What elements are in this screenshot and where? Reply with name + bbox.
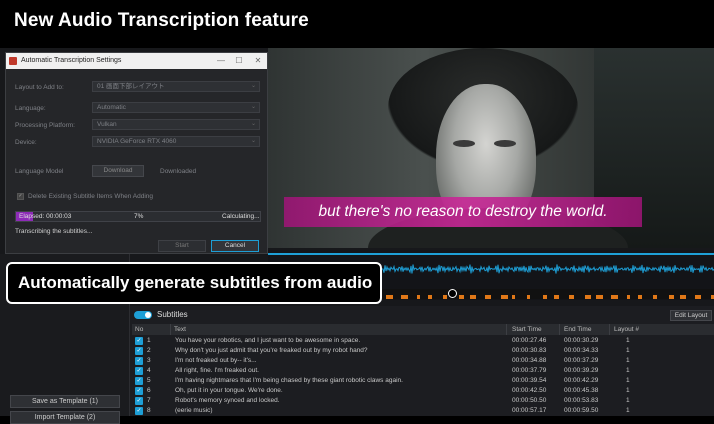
eye-left [453, 140, 475, 147]
platform-select[interactable]: Vulkan ⌄ [92, 119, 260, 130]
app-icon [9, 57, 17, 65]
table-row[interactable]: ✓ 8 (eerie music) 00:00:57.17 00:00:59.5… [132, 406, 714, 416]
row-checkbox[interactable]: ✓ [135, 387, 143, 395]
layout-value: 01 画面下部レイアウト [97, 83, 165, 90]
banner-title: New Audio Transcription feature [14, 10, 309, 31]
progress-status: Calculating... [222, 213, 260, 220]
subtitle-marker [653, 295, 657, 299]
device-value: NVIDIA GeForce RTX 4060 [97, 138, 177, 145]
language-value: Automatic [97, 104, 126, 111]
subtitle-marker [501, 295, 508, 299]
subtitle-marker [627, 295, 630, 299]
subtitle-marker [428, 295, 432, 299]
subtitle-marker [543, 295, 547, 299]
language-select[interactable]: Automatic ⌄ [92, 102, 260, 113]
promo-banner: New Audio Transcription feature [0, 0, 714, 48]
table-row[interactable]: ✓ 4 All right, fine. I'm freaked out. 00… [132, 366, 714, 376]
chevron-down-icon: ⌄ [250, 104, 256, 110]
subtitle-marker [401, 295, 408, 299]
close-icon[interactable]: ✕ [251, 55, 265, 67]
timeline-ruler[interactable] [382, 289, 714, 299]
subtitle-marker [470, 295, 476, 299]
col-text[interactable]: Text [174, 326, 186, 333]
delete-existing-label: Delete Existing Subtitle Items When Addi… [28, 193, 154, 200]
subtitle-marker [512, 295, 515, 299]
table-row[interactable]: ✓ 6 Oh, put it in your tongue. We're don… [132, 386, 714, 396]
minimize-icon[interactable]: — [214, 55, 228, 67]
chevron-down-icon: ⌄ [250, 138, 256, 144]
col-layout[interactable]: Layout # [614, 326, 639, 333]
col-end-time[interactable]: End Time [564, 326, 591, 333]
delete-existing-checkbox[interactable]: ✓ [17, 193, 24, 200]
row-checkbox[interactable]: ✓ [135, 377, 143, 385]
device-select[interactable]: NVIDIA GeForce RTX 4060 ⌄ [92, 136, 260, 147]
download-button[interactable]: Download [92, 165, 144, 177]
playhead-handle[interactable] [448, 289, 457, 298]
transcription-progress: Elapsed: 00:00:03 7% Calculating... [15, 211, 261, 222]
device-label: Device: [15, 139, 37, 146]
subtitle-marker [611, 295, 618, 299]
progress-percent: 7% [134, 213, 144, 220]
timeline-divider [268, 253, 714, 255]
table-row[interactable]: ✓ 7 Robot's memory synced and locked. 00… [132, 396, 714, 406]
subtitle-marker [527, 295, 530, 299]
subtitles-table-header: No Text Start Time End Time Layout # [132, 324, 714, 335]
eye-right [494, 140, 516, 147]
subtitle-marker [680, 295, 686, 299]
row-checkbox[interactable]: ✓ [135, 347, 143, 355]
subtitle-marker [596, 295, 603, 299]
row-checkbox[interactable]: ✓ [135, 367, 143, 375]
dialog-titlebar[interactable]: Automatic Transcription Settings — ☐ ✕ [6, 53, 267, 69]
subtitle-marker [485, 295, 491, 299]
layout-select[interactable]: 01 画面下部レイアウト ⌄ [92, 81, 260, 92]
subtitle-marker [669, 295, 674, 299]
subtitles-toggle[interactable] [134, 311, 152, 319]
subtitle-marker [417, 295, 420, 299]
table-row[interactable]: ✓ 2 Why don't you just admit that you're… [132, 346, 714, 356]
chevron-down-icon: ⌄ [250, 83, 256, 89]
col-no[interactable]: No [135, 326, 143, 333]
subtitle-marker [585, 295, 591, 299]
subtitle-marker [443, 295, 447, 299]
cancel-button[interactable]: Cancel [211, 240, 259, 252]
row-checkbox[interactable]: ✓ [135, 397, 143, 405]
import-template-button[interactable]: Import Template (2) [10, 411, 120, 424]
subtitle-marker [554, 295, 559, 299]
table-row[interactable]: ✓ 1 You have your robotics, and I just w… [132, 336, 714, 346]
chevron-down-icon: ⌄ [250, 121, 256, 127]
platform-value: Vulkan [97, 121, 117, 128]
start-button[interactable]: Start [158, 240, 206, 252]
layout-label: Layout to Add to: [15, 84, 64, 91]
col-start-time[interactable]: Start Time [512, 326, 542, 333]
dialog-title: Automatic Transcription Settings [21, 57, 122, 64]
feature-callout: Automatically generate subtitles from au… [6, 262, 382, 304]
elapsed-time: Elapsed: 00:00:03 [19, 213, 72, 220]
row-checkbox[interactable]: ✓ [135, 337, 143, 345]
maximize-icon[interactable]: ☐ [232, 55, 246, 67]
subtitle-marker [459, 295, 464, 299]
subtitle-marker [695, 295, 701, 299]
save-template-button[interactable]: Save as Template (1) [10, 395, 120, 408]
edit-layout-button[interactable]: Edit Layout [670, 310, 712, 321]
model-label: Language Model [15, 168, 64, 175]
subtitle-marker [386, 295, 393, 299]
preview-subtitle: but there's no reason to destroy the wor… [284, 197, 642, 227]
subtitles-track-title: Subtitles [157, 310, 188, 319]
platform-label: Processing Platform: [15, 122, 75, 129]
transcription-settings-dialog: Automatic Transcription Settings — ☐ ✕ L… [5, 52, 268, 254]
table-row[interactable]: ✓ 3 I'm not freaked out by-- it's... 00:… [132, 356, 714, 366]
audio-waveform[interactable] [382, 261, 714, 277]
status-text: Transcribing the subtitles... [15, 228, 93, 235]
model-status: Downloaded [160, 168, 197, 175]
language-label: Language: [15, 105, 46, 112]
subtitle-marker [638, 295, 642, 299]
subtitle-marker [569, 295, 574, 299]
table-row[interactable]: ✓ 5 I'm having nightmares that I'm being… [132, 376, 714, 386]
row-checkbox[interactable]: ✓ [135, 357, 143, 365]
row-checkbox[interactable]: ✓ [135, 407, 143, 415]
